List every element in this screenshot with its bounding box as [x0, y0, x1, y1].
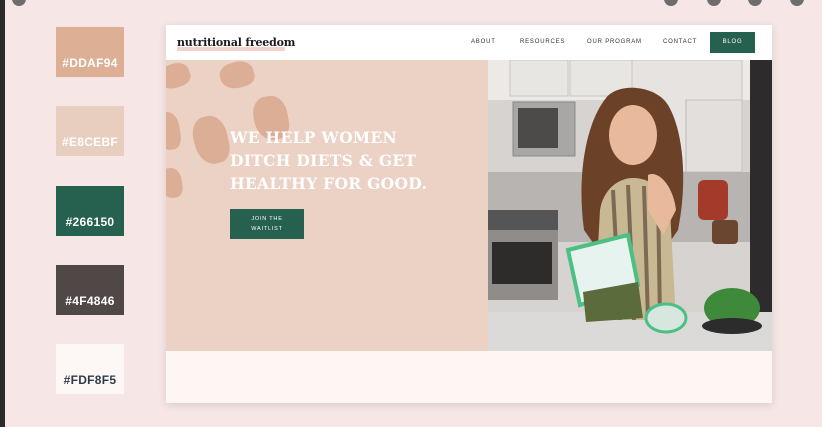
hero-headline: WE HELP WOMEN DITCH DIETS & GET HEALTHY … — [230, 126, 480, 195]
swatch-label: #4F4846 — [65, 294, 115, 308]
nav-link-contact[interactable]: CONTACT — [663, 39, 697, 45]
page-lower-section — [166, 351, 772, 403]
top-decor — [0, 0, 822, 6]
cta-label-line: WAITLIST — [251, 226, 283, 232]
decor-dot — [12, 0, 26, 6]
color-swatch: #FDF8F5 — [56, 344, 124, 394]
decor-dot — [790, 0, 804, 6]
site-logo[interactable]: nutritional freedom — [177, 36, 295, 49]
decor-brush-stroke — [217, 60, 257, 92]
nav-link-resources[interactable]: RESOURCES — [520, 39, 565, 45]
nav-link-about[interactable]: ABOUT — [471, 39, 496, 45]
decor-dot — [707, 0, 721, 6]
swatch-label: #DDAF94 — [62, 56, 118, 70]
website-mockup: nutritional freedom ABOUT RESOURCES OUR … — [166, 25, 772, 403]
color-swatch: #266150 — [56, 186, 124, 236]
blog-button[interactable]: BLOG — [710, 32, 755, 53]
hero-text-panel: WE HELP WOMEN DITCH DIETS & GET HEALTHY … — [166, 60, 488, 351]
swatch-label: #266150 — [65, 215, 115, 229]
kitchen-photo-illustration — [488, 60, 772, 351]
site-nav-bar: nutritional freedom ABOUT RESOURCES OUR … — [166, 25, 772, 60]
decor-dot — [664, 0, 678, 6]
decor-brush-stroke — [166, 110, 183, 152]
hero-headline-line: WE HELP WOMEN — [230, 128, 397, 147]
decor-brush-stroke — [166, 60, 194, 93]
decor-dot — [748, 0, 762, 6]
swatch-label: #FDF8F5 — [63, 373, 117, 387]
color-swatch: #E8CEBF — [56, 106, 124, 156]
cta-label-line: JOIN THE — [251, 216, 283, 222]
decor-brush-stroke — [166, 166, 184, 200]
nav-link-our-program[interactable]: OUR PROGRAM — [587, 39, 642, 45]
decor-brush-stroke — [189, 112, 233, 168]
color-swatch: #DDAF94 — [56, 27, 124, 77]
swatch-label: #E8CEBF — [61, 135, 119, 149]
hero-photo — [488, 60, 772, 351]
window-frame-edge — [0, 0, 5, 427]
hero-headline-line: DITCH DIETS & GET — [230, 151, 417, 170]
hero-headline-line: HEALTHY FOR GOOD. — [230, 174, 428, 193]
color-swatch: #4F4846 — [56, 265, 124, 315]
join-waitlist-button[interactable]: JOIN THE WAITLIST — [230, 209, 304, 239]
